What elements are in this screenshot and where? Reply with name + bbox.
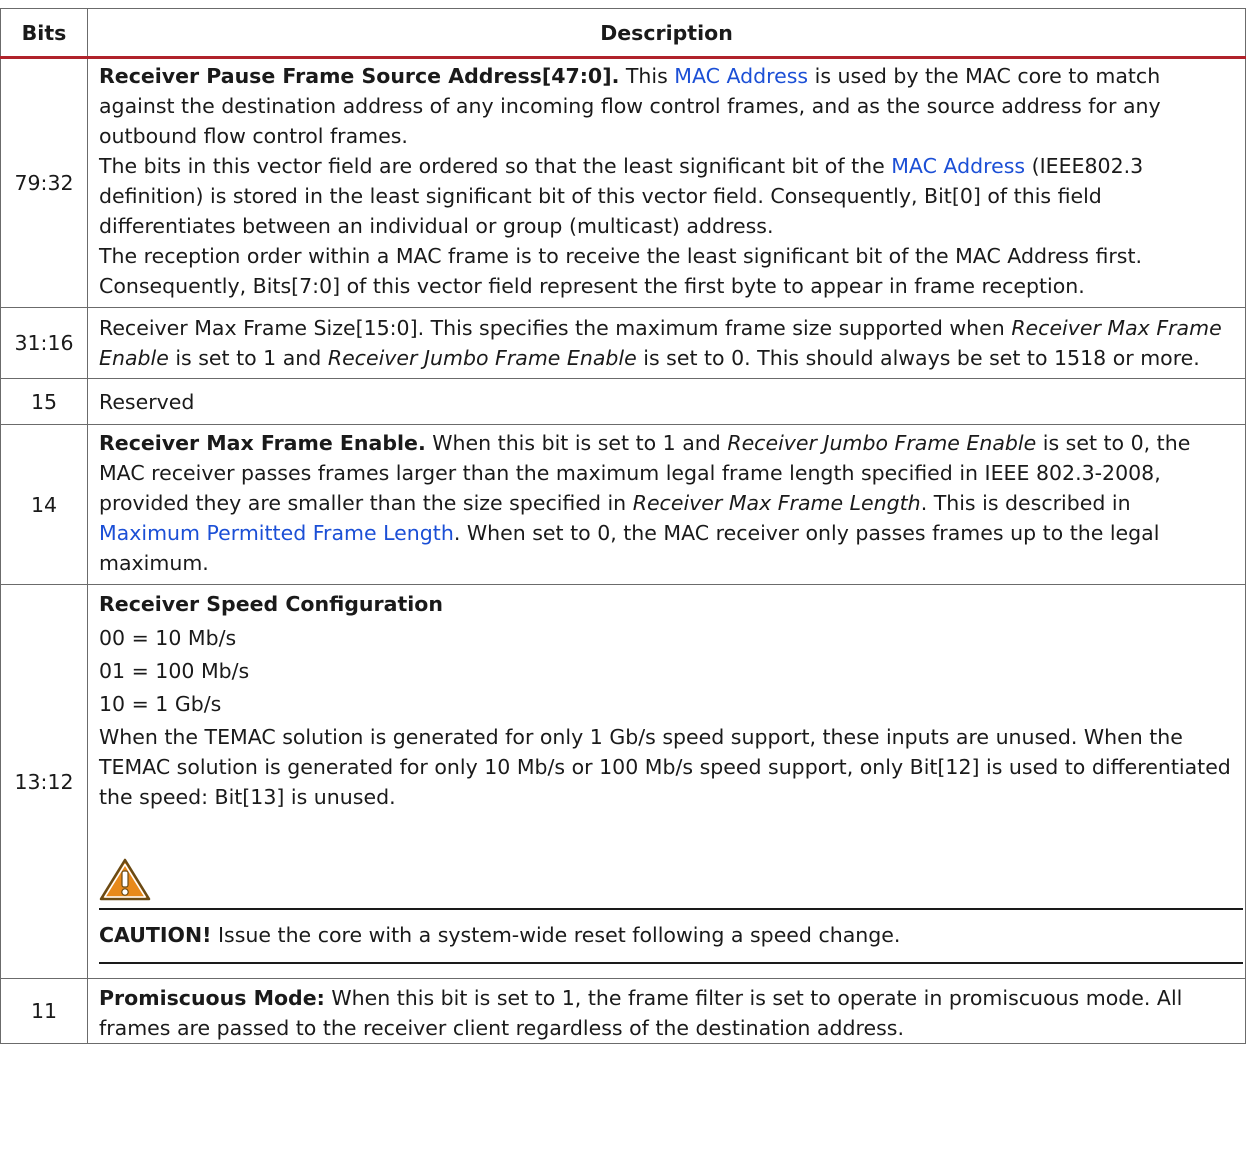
speed-option: 10 = 1 Gb/s	[99, 692, 222, 716]
text: . This is described in	[920, 491, 1131, 515]
paragraph: The reception order within a MAC frame i…	[99, 244, 1143, 298]
bits-cell: 31:16	[0, 307, 88, 379]
field-title: Receiver Speed Configuration	[99, 592, 443, 616]
speed-option: 00 = 10 Mb/s	[99, 626, 237, 650]
description-cell: Reserved	[87, 378, 1246, 425]
description-column-header: Description	[87, 8, 1246, 59]
table-row: 11 Promiscuous Mode: When this bit is se…	[0, 978, 1246, 1044]
table-header-row: Bits Description	[0, 8, 1246, 59]
max-frame-length-link[interactable]: Maximum Permitted Frame Length	[99, 521, 454, 545]
mac-address-link[interactable]: MAC Address	[891, 154, 1025, 178]
text: Receiver Max Frame Size[15:0]. This spec…	[99, 316, 1012, 340]
field-title: Receiver Pause Frame Source Address[47:0…	[99, 64, 620, 88]
field-title: Promiscuous Mode:	[99, 986, 325, 1010]
italic-term: Receiver Max Frame Length	[632, 491, 921, 515]
caution-label: CAUTION!	[99, 923, 212, 947]
table-row: 13:12 Receiver Speed Configuration 00 = …	[0, 584, 1246, 979]
description-cell: Receiver Max Frame Enable. When this bit…	[87, 424, 1246, 585]
table-row: 15 Reserved	[0, 378, 1246, 425]
text: is set to 0. This should always be set t…	[636, 346, 1200, 370]
field-title: Receiver Max Frame Enable.	[99, 431, 426, 455]
description-cell: Promiscuous Mode: When this bit is set t…	[87, 978, 1246, 1044]
mac-address-link[interactable]: MAC Address	[674, 64, 808, 88]
bits-cell: 79:32	[0, 57, 88, 308]
caution-box: CAUTION! Issue the core with a system-wi…	[99, 858, 1243, 964]
paragraph: Receiver Pause Frame Source Address[47:0…	[99, 61, 1237, 151]
bits-cell: 14	[0, 424, 88, 585]
bits-cell: 15	[0, 378, 88, 425]
description-cell: Receiver Max Frame Size[15:0]. This spec…	[87, 307, 1246, 379]
table-row: 79:32 Receiver Pause Frame Source Addres…	[0, 57, 1246, 308]
description-cell: Receiver Speed Configuration 00 = 10 Mb/…	[87, 584, 1246, 979]
text: is set to 1 and	[168, 346, 328, 370]
table-row: 14 Receiver Max Frame Enable. When this …	[0, 424, 1246, 585]
text: This	[619, 64, 675, 88]
text: The bits in this vector field are ordere…	[99, 154, 892, 178]
text: When this bit is set to 1 and	[425, 431, 728, 455]
speed-option: 01 = 100 Mb/s	[99, 659, 250, 683]
bits-column-header: Bits	[0, 8, 88, 59]
italic-term: Receiver Jumbo Frame Enable	[727, 431, 1037, 455]
description-cell: Receiver Pause Frame Source Address[47:0…	[87, 57, 1246, 308]
text: Issue the core with a system-wide reset …	[211, 923, 901, 947]
table-row: 31:16 Receiver Max Frame Size[15:0]. Thi…	[0, 307, 1246, 379]
bit-description-table: Bits Description 79:32 Receiver Pause Fr…	[0, 8, 1246, 1044]
caution-message: CAUTION! Issue the core with a system-wi…	[99, 908, 1243, 964]
bits-cell: 11	[0, 978, 88, 1044]
paragraph: When the TEMAC solution is generated for…	[99, 725, 1231, 809]
paragraph: The bits in this vector field are ordere…	[99, 151, 1237, 241]
bits-cell: 13:12	[0, 584, 88, 979]
warning-triangle-icon	[99, 858, 151, 901]
italic-term: Receiver Jumbo Frame Enable	[327, 346, 637, 370]
